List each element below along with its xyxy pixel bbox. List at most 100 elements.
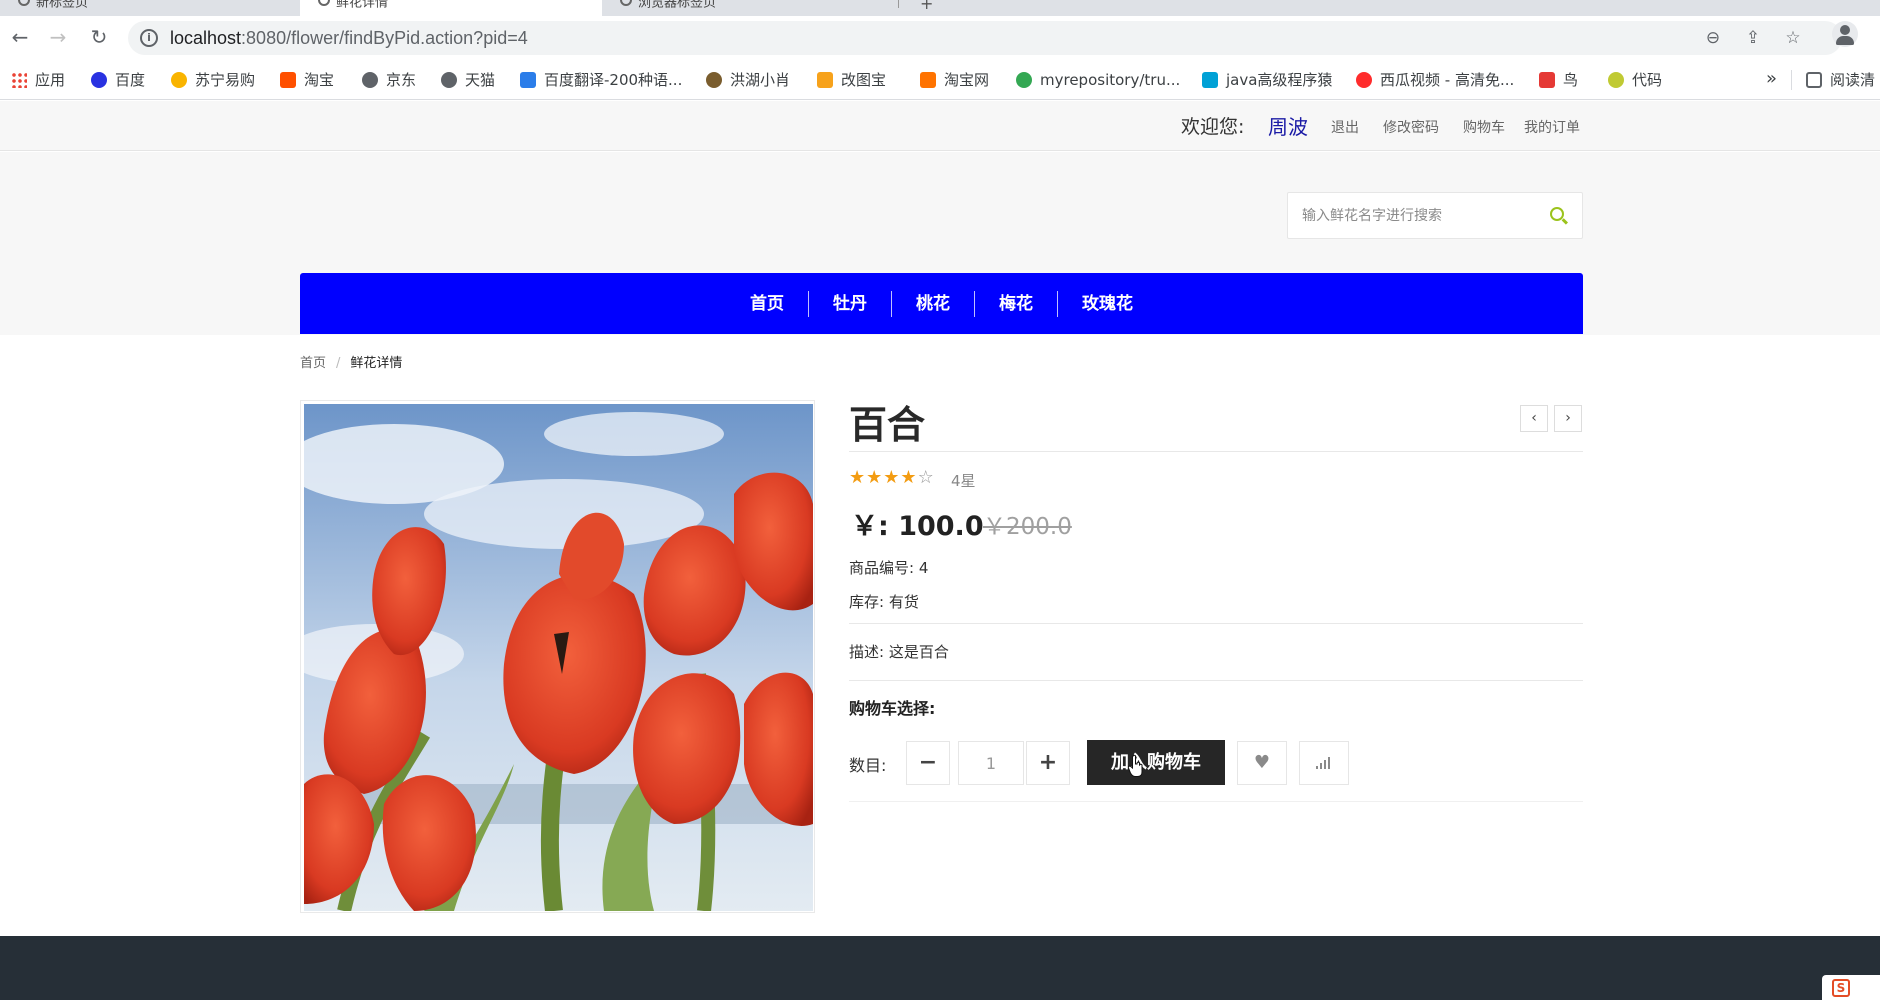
heart-icon: ♥ bbox=[1253, 752, 1271, 773]
breadcrumb-current: 鲜花详情 bbox=[350, 356, 403, 371]
bookmark-item[interactable]: 淘宝网 bbox=[920, 69, 989, 91]
reading-list-label: 阅读清 bbox=[1830, 71, 1876, 89]
tab-title: 鲜花详情 bbox=[336, 0, 389, 11]
prev-product-button[interactable]: ‹ bbox=[1520, 405, 1548, 432]
bookmark-label: 改图宝 bbox=[841, 71, 887, 89]
star-filled-icon: ★ bbox=[866, 467, 884, 488]
bookmark-label: 天猫 bbox=[465, 71, 496, 89]
bookmark-star-icon[interactable]: ☆ bbox=[1782, 27, 1804, 49]
cart-link[interactable]: 购物车 bbox=[1463, 117, 1505, 137]
taobao-icon bbox=[920, 72, 936, 88]
bookmark-item[interactable]: 百度翻译-200种语... bbox=[520, 69, 682, 91]
share-icon[interactable]: ⇪ bbox=[1742, 27, 1764, 49]
back-arrow-icon[interactable]: ← bbox=[8, 26, 32, 50]
code-icon bbox=[1608, 72, 1624, 88]
bookmark-item[interactable]: 淘宝 bbox=[280, 69, 334, 91]
my-orders-link[interactable]: 我的订单 bbox=[1524, 117, 1580, 137]
bookmark-item[interactable]: 代码 bbox=[1608, 69, 1662, 91]
bookmark-item[interactable]: java高级程序猿 bbox=[1202, 69, 1332, 91]
bookmark-item[interactable]: 百度 bbox=[91, 69, 145, 91]
reading-list[interactable]: 阅读清 bbox=[1806, 69, 1875, 91]
compare-button[interactable] bbox=[1299, 741, 1349, 785]
tab-divider bbox=[898, 0, 899, 8]
bookmarks-more-icon[interactable]: » bbox=[1766, 68, 1777, 89]
bird-icon bbox=[706, 72, 722, 88]
nav-item-peony[interactable]: 牡丹 bbox=[809, 290, 892, 317]
bookmark-label: 百度翻译-200种语... bbox=[544, 71, 683, 89]
main-nav: 首页 牡丹 桃花 梅花 玫瑰花 bbox=[300, 273, 1583, 334]
product-code: 商品编号: 4 bbox=[849, 559, 929, 577]
breadcrumb-home[interactable]: 首页 bbox=[300, 356, 326, 371]
add-to-cart-button[interactable]: 加入购物车 bbox=[1087, 740, 1225, 785]
quantity-plus-button[interactable]: + bbox=[1026, 741, 1070, 785]
change-password-link[interactable]: 修改密码 bbox=[1383, 117, 1439, 137]
logout-link[interactable]: 退出 bbox=[1331, 117, 1359, 137]
bookmark-item[interactable]: 洪湖小肖 bbox=[706, 69, 790, 91]
tulip-photo bbox=[304, 404, 813, 911]
nav-item-home[interactable]: 首页 bbox=[726, 290, 809, 317]
bookmark-item[interactable]: 西瓜视频 - 高清免... bbox=[1356, 69, 1514, 91]
divider bbox=[849, 451, 1583, 452]
globe-icon bbox=[620, 0, 632, 6]
next-product-button[interactable]: › bbox=[1554, 405, 1582, 432]
hand-cursor-icon bbox=[1128, 755, 1143, 777]
s-logo-icon: S bbox=[1832, 979, 1850, 997]
bookmark-item[interactable]: 鸟 bbox=[1539, 69, 1578, 91]
bookmark-item[interactable]: 天猫 bbox=[441, 69, 495, 91]
nav-item-plum[interactable]: 梅花 bbox=[975, 290, 1058, 317]
bookmark-item[interactable]: 京东 bbox=[362, 69, 416, 91]
compare-bars-icon bbox=[1316, 757, 1332, 769]
forward-arrow-icon[interactable]: → bbox=[46, 26, 70, 50]
address-bar[interactable]: i localhost:8080/flower/findByPid.action… bbox=[128, 21, 1842, 55]
star-empty-icon: ☆ bbox=[917, 467, 935, 488]
bookmark-label: 苏宁易购 bbox=[195, 71, 256, 89]
reload-icon[interactable]: ↻ bbox=[87, 26, 111, 50]
browser-tab-bar: 新标签页 鲜花详情 浏览器标签页 + bbox=[0, 0, 1880, 16]
apps-icon bbox=[11, 72, 27, 88]
divider bbox=[849, 801, 1583, 802]
bookmark-label: 淘宝网 bbox=[944, 71, 990, 89]
browser-tab-active[interactable]: 鲜花详情 bbox=[300, 0, 602, 16]
floating-widget[interactable]: S bbox=[1822, 975, 1880, 1000]
bookmark-label: 百度 bbox=[115, 71, 146, 89]
url-text[interactable]: localhost:8080/flower/findByPid.action?p… bbox=[170, 28, 528, 49]
username-link[interactable]: 周波 bbox=[1268, 111, 1308, 140]
divider bbox=[849, 623, 1583, 624]
new-tab-icon[interactable]: + bbox=[920, 0, 933, 13]
product-stock: 库存: 有货 bbox=[849, 593, 919, 611]
zoom-out-icon[interactable]: ⊖ bbox=[1702, 27, 1724, 49]
breadcrumb: 首页 / 鲜花详情 bbox=[300, 352, 402, 371]
translate-icon bbox=[520, 72, 536, 88]
search-input[interactable] bbox=[1302, 204, 1542, 228]
globe-icon bbox=[318, 0, 330, 6]
profile-avatar-icon[interactable] bbox=[1832, 21, 1858, 47]
quantity-input[interactable] bbox=[958, 741, 1024, 785]
bookmark-apps[interactable]: 应用 bbox=[11, 69, 65, 91]
quantity-minus-button[interactable]: − bbox=[906, 741, 950, 785]
bookmark-label: 代码 bbox=[1632, 71, 1663, 89]
browser-tab-1[interactable]: 新标签页 bbox=[0, 0, 300, 16]
bookmark-item[interactable]: myrepository/tru... bbox=[1016, 69, 1180, 91]
divider bbox=[849, 680, 1583, 681]
bookmark-item[interactable]: 苏宁易购 bbox=[171, 69, 255, 91]
browser-tab-3[interactable]: 浏览器标签页 bbox=[602, 0, 898, 16]
bookmark-label: 应用 bbox=[35, 71, 66, 89]
bookmark-item[interactable]: 改图宝 bbox=[817, 69, 886, 91]
site-info-icon[interactable]: i bbox=[140, 29, 158, 47]
product-description: 描述: 这是百合 bbox=[849, 643, 949, 661]
breadcrumb-separator: / bbox=[336, 356, 341, 371]
chrome-icon bbox=[1016, 72, 1032, 88]
site-footer bbox=[0, 936, 1880, 1000]
price-original: ￥200.0 bbox=[983, 514, 1072, 540]
xigua-icon bbox=[1356, 72, 1372, 88]
taobao-icon bbox=[280, 72, 296, 88]
product-image[interactable] bbox=[300, 400, 815, 913]
globe-icon bbox=[18, 0, 30, 6]
search-icon[interactable] bbox=[1550, 207, 1564, 221]
bookmark-label: 西瓜视频 - 高清免... bbox=[1380, 71, 1515, 89]
price-current: ￥: 100.0 bbox=[851, 511, 984, 542]
nav-item-rose[interactable]: 玫瑰花 bbox=[1058, 291, 1157, 317]
nav-item-peach[interactable]: 桃花 bbox=[892, 290, 975, 317]
star-filled-icon: ★ bbox=[849, 467, 867, 488]
wishlist-button[interactable]: ♥ bbox=[1237, 741, 1287, 785]
